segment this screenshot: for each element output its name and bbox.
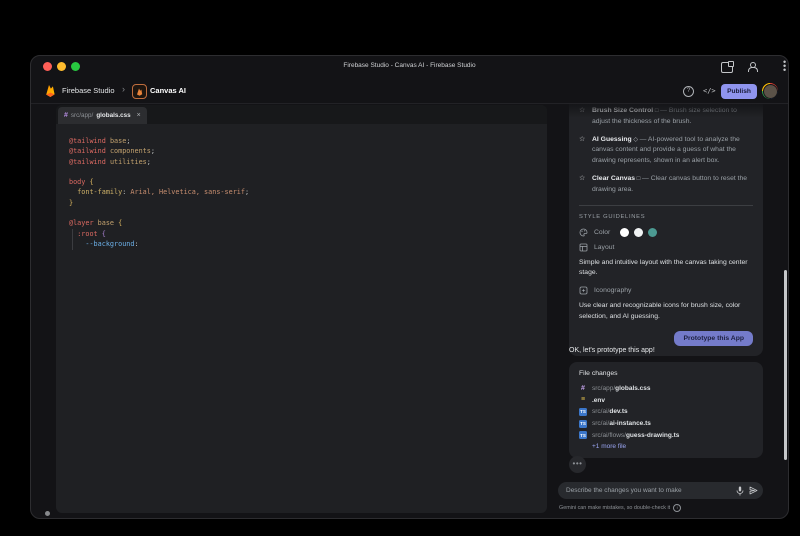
code-lines: @tailwind base; @tailwind components; @tai… [69,137,250,248]
close-tab-icon[interactable]: × [137,112,141,119]
feature-item: ☆ AI Guessing ◇ — AI-powered tool to anal… [579,135,753,167]
mic-icon[interactable] [736,486,744,496]
user-avatar[interactable] [762,83,778,99]
layout-row: Layout [579,243,753,252]
file-changes-card: File changes # src/app/globals.css ≡ .env TS… [569,362,763,458]
env-file-icon: ≡ [580,396,586,404]
color-swatch [648,227,658,237]
file-change-row[interactable]: TS src/ai/dev.ts [579,406,753,418]
prompt-bar [558,482,763,499]
css-file-icon: # [64,112,68,119]
feature-glyph-icon: ◇ [631,136,640,143]
file-change-row[interactable]: # src/app/globals.css [579,383,753,395]
code-editor[interactable]: # src/app/globals.css × @tailwind base; @… [56,105,547,513]
titlebar: Firebase Studio - Canvas AI - Firebase S… [31,56,788,78]
star-icon: ☆ [579,174,586,182]
chevron-right-icon: › [122,84,125,94]
typescript-file-icon: TS [579,431,587,440]
disclaimer-text: Gemini can make mistakes, so double-chec… [559,505,671,511]
chat-input[interactable] [566,482,721,499]
typescript-file-icon: TS [579,407,587,416]
tab-path: src/app/ [70,112,94,119]
tab-globals-css[interactable]: # src/app/globals.css × [58,107,147,124]
extensions-icon[interactable] [721,61,734,73]
color-swatch [634,227,644,237]
file-change-row[interactable]: TS src/ai/flows/guess-drawing.ts [579,429,753,441]
more-files-link[interactable]: +1 more file [592,443,753,450]
chat-scrollbar[interactable] [784,270,787,460]
feature-item: ☆ Clear Canvas □ — Clear canvas button to… [579,174,753,196]
color-label: Color [594,228,611,236]
palette-icon [579,228,588,236]
publish-button[interactable]: Publish [721,84,757,99]
color-row: Color [579,227,753,237]
divider [579,204,753,206]
dev-tools-indicator-icon[interactable] [45,511,50,516]
breadcrumb-brand[interactable]: Firebase Studio [62,86,115,95]
app-blueprint-card: ☆ Brush Size Control □ — Brush size selec… [569,104,763,356]
breadcrumb-app-name: Canvas AI [150,86,186,95]
color-swatches [620,227,658,237]
tab-strip: # src/app/globals.css × [56,105,547,124]
prototype-this-app-button[interactable]: Prototype this App [674,330,753,346]
iconography-description: Use clear and recognizable icons for bru… [579,302,741,320]
typing-indicator: ••• [569,456,586,473]
gemini-chat-panel: ☆ Brush Size Control □ — Brush size selec… [557,104,769,518]
star-icon: ☆ [579,135,586,143]
style-guidelines-label: STYLE GUIDELINES [579,213,646,220]
app-header: Firebase Studio › Canvas AI ? </> Publis… [31,78,788,104]
feature-list: ☆ Brush Size Control □ — Brush size selec… [579,106,753,196]
color-swatch [620,227,630,237]
css-file-icon: # [581,385,585,393]
info-icon[interactable]: i [673,504,682,512]
file-change-row[interactable]: TS src/ai/ai-instance.ts [579,418,753,430]
more-menu-icon[interactable]: • • • [783,58,786,75]
feature-item: ☆ Brush Size Control □ — Brush size selec… [579,106,753,128]
gemini-disclaimer: Gemini can make mistakes, so double-chec… [559,504,682,512]
tab-filename: globals.css [96,112,131,119]
browser-window: Firebase Studio - Canvas AI - Firebase S… [30,55,789,519]
file-changes-title: File changes [579,370,618,377]
profile-icon[interactable] [747,62,758,72]
assistant-message: OK, let's prototype this app! [569,347,655,354]
file-list: # src/app/globals.css ≡ .env TS src/ai/dev.ts… [579,383,753,441]
layout-icon [579,243,588,251]
help-icon[interactable]: ? [683,86,694,97]
star-icon: ☆ [579,107,586,114]
typescript-file-icon: TS [579,419,587,428]
iconography-label: Iconography [594,287,632,295]
code-view-icon[interactable]: </> [703,87,716,95]
iconography-row: Iconography [579,286,753,295]
firebase-logo-icon [46,85,55,97]
layout-description: Simple and intuitive layout with the can… [579,258,748,277]
indent-guide [72,229,73,250]
canvas-ai-app-icon [132,84,147,99]
feature-glyph-icon: □ [635,175,643,182]
file-change-row[interactable]: ≡ .env [579,395,753,407]
layout-label: Layout [594,243,615,251]
send-icon[interactable] [749,486,758,495]
iconography-icon [579,286,588,295]
window-title: Firebase Studio - Canvas AI - Firebase S… [343,62,476,69]
